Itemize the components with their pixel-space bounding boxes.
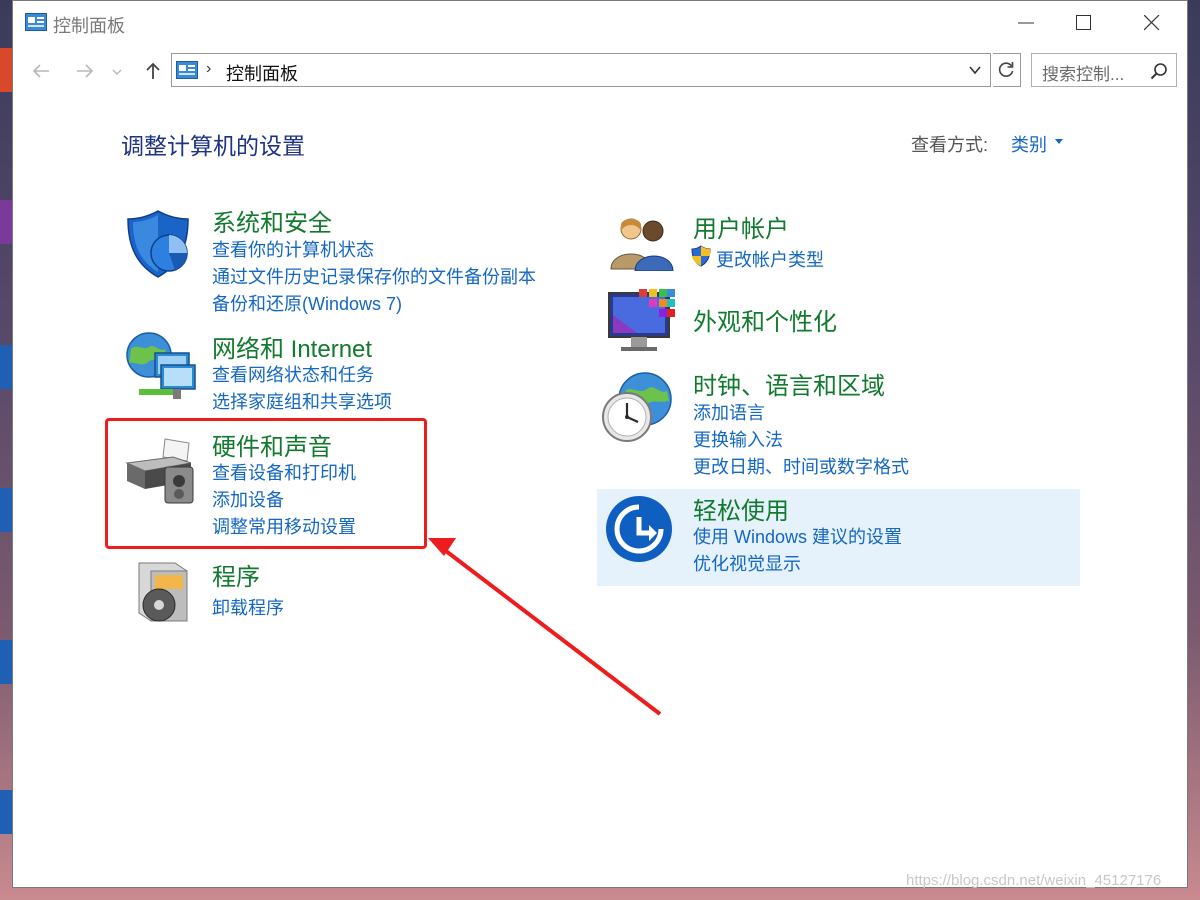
watermark: https://blog.csdn.net/weixin_45127176 [906, 872, 1162, 889]
annotation-arrow-icon [428, 538, 662, 716]
